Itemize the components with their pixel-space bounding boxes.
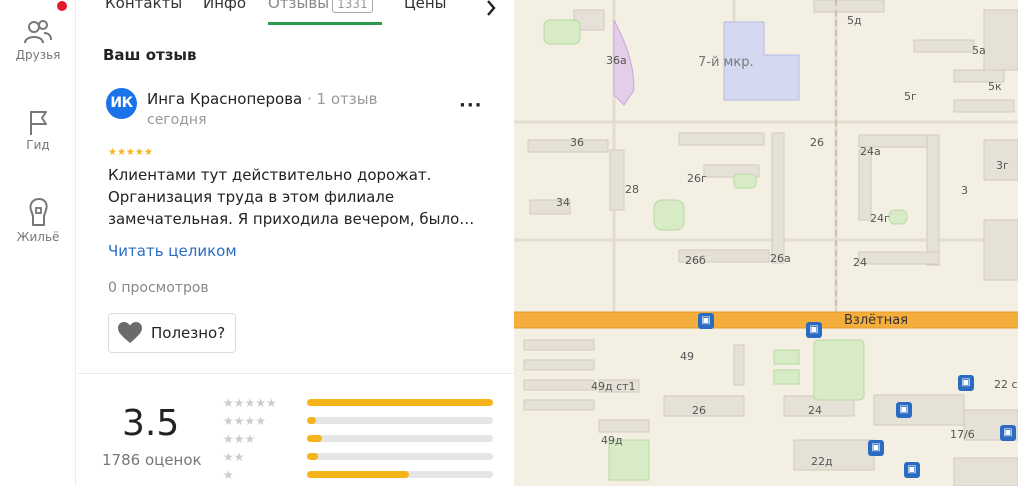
rating-bar-track xyxy=(307,435,493,442)
ratings-count: 1786 оценок xyxy=(102,451,202,469)
views-count: 0 просмотров xyxy=(108,280,209,296)
flag-icon xyxy=(30,111,47,135)
map-label: 26 xyxy=(810,136,824,149)
rating-row-stars: ★★★★★ xyxy=(223,396,277,410)
rating-row-stars: ★★★★ xyxy=(223,414,267,428)
rating-bar-fill xyxy=(307,399,493,406)
map-label: 5г xyxy=(904,90,917,103)
rating-row: ★ xyxy=(223,468,503,482)
map-label-district: 7-й мкр. xyxy=(698,55,754,70)
nav-item-guide[interactable]: Гид xyxy=(0,108,76,152)
nav-rail: Друзья Гид Жильё xyxy=(0,0,76,486)
rating-row: ★★★ xyxy=(223,432,503,446)
nav-label-guide: Гид xyxy=(26,138,50,152)
map-label: 24а xyxy=(860,145,881,158)
heart-icon xyxy=(118,322,142,343)
map-label: 28 xyxy=(625,183,639,196)
rating-row: ★★★★★ xyxy=(223,396,503,410)
useful-button[interactable]: Полезно? xyxy=(108,313,236,353)
map-label: 5а xyxy=(972,44,986,57)
house-icon xyxy=(29,198,48,226)
review-rating-stars: ★★★★★ xyxy=(108,147,153,158)
map-label: 17/6 xyxy=(950,428,975,441)
map-street-label: Взлётная xyxy=(844,313,908,328)
rating-bar-fill xyxy=(307,471,409,478)
rating-row-stars: ★ xyxy=(223,468,234,482)
bus-stop-icon[interactable]: ▣ xyxy=(806,322,822,338)
author-review-count: · 1 отзыв xyxy=(302,90,378,108)
nav-label-housing: Жильё xyxy=(16,230,60,244)
tabs-scroll-right-button[interactable] xyxy=(477,0,507,22)
map-label: 24г xyxy=(870,212,890,225)
map-label: 34 xyxy=(556,196,570,209)
map-label: 3 xyxy=(961,184,968,197)
overall-rating: 3.5 xyxy=(122,403,180,444)
map-label: 24 xyxy=(808,404,822,417)
tab-reviews[interactable]: Отзывы 1331 xyxy=(268,0,373,13)
tab-prices[interactable]: Цены xyxy=(404,0,447,12)
map-graphics xyxy=(514,0,1018,486)
nav-item-friends[interactable]: Друзья xyxy=(0,18,76,62)
your-review-title: Ваш отзыв xyxy=(103,46,197,64)
rating-row: ★★★★ xyxy=(223,414,503,428)
map-label: 26а xyxy=(770,252,791,265)
map-label: 22д xyxy=(811,455,833,468)
map-label: 49 xyxy=(680,350,694,363)
rating-bar-fill xyxy=(307,453,318,460)
tab-contacts[interactable]: Контакты xyxy=(105,0,182,12)
rating-bar-track xyxy=(307,399,493,406)
bus-stop-icon[interactable]: ▣ xyxy=(1000,425,1016,441)
tab-info[interactable]: Инфо xyxy=(203,0,246,12)
rating-bar-fill xyxy=(307,417,316,424)
tab-bar: Контакты Инфо Отзывы 1331 Цены xyxy=(77,0,514,30)
review-text: Клиентами тут действительно дорожат. Орг… xyxy=(108,166,475,228)
read-more-link[interactable]: Читать целиком xyxy=(108,242,237,260)
map-label: 3г xyxy=(996,159,1009,172)
rating-bar-track xyxy=(307,453,493,460)
friends-icon xyxy=(24,20,52,44)
map-label: 26 xyxy=(692,404,706,417)
tab-reviews-label: Отзывы xyxy=(268,0,330,12)
review-author: Инга Красноперова · 1 отзыв xyxy=(147,90,377,108)
map-label: 22 с xyxy=(994,378,1018,391)
map-label: 26б xyxy=(685,254,706,267)
active-tab-indicator xyxy=(268,22,382,25)
avatar[interactable]: ИК xyxy=(106,88,137,119)
map-label: 36 xyxy=(570,136,584,149)
bus-stop-icon[interactable]: ▣ xyxy=(698,313,714,329)
nav-item-housing[interactable]: Жильё xyxy=(0,196,76,244)
rating-bar-track xyxy=(307,471,493,478)
more-options-button[interactable]: ··· xyxy=(459,95,483,116)
rating-bar-track xyxy=(307,417,493,424)
reviews-count-badge: 1331 xyxy=(332,0,373,13)
author-name[interactable]: Инга Красноперова xyxy=(147,90,302,108)
bus-stop-icon[interactable]: ▣ xyxy=(868,440,884,456)
map-label: 49д xyxy=(601,434,623,447)
map[interactable]: 36а 7-й мкр. 5д 5а 5к 5г 36 28 34 26г 26… xyxy=(514,0,1018,486)
bus-stop-icon[interactable]: ▣ xyxy=(896,402,912,418)
map-label: 36а xyxy=(606,54,627,67)
map-label: 26г xyxy=(687,172,707,185)
chevron-right-icon xyxy=(487,0,496,16)
bus-stop-icon[interactable]: ▣ xyxy=(958,375,974,391)
rating-bar-fill xyxy=(307,435,322,442)
map-label: 49д ст1 xyxy=(591,380,636,393)
useful-label: Полезно? xyxy=(151,324,226,342)
notification-dot xyxy=(57,1,67,11)
rating-row-stars: ★★★ xyxy=(223,432,256,446)
map-label: 5д xyxy=(847,14,862,27)
bus-stop-icon[interactable]: ▣ xyxy=(904,462,920,478)
nav-label-friends: Друзья xyxy=(15,48,61,62)
rating-row-stars: ★★ xyxy=(223,450,245,464)
map-label: 5к xyxy=(988,80,1002,93)
rating-row: ★★ xyxy=(223,450,503,464)
review-date: сегодня xyxy=(147,112,207,128)
map-label: 24 xyxy=(853,256,867,269)
business-panel: Контакты Инфо Отзывы 1331 Цены Ваш отзыв … xyxy=(77,0,514,486)
section-divider xyxy=(77,373,514,374)
